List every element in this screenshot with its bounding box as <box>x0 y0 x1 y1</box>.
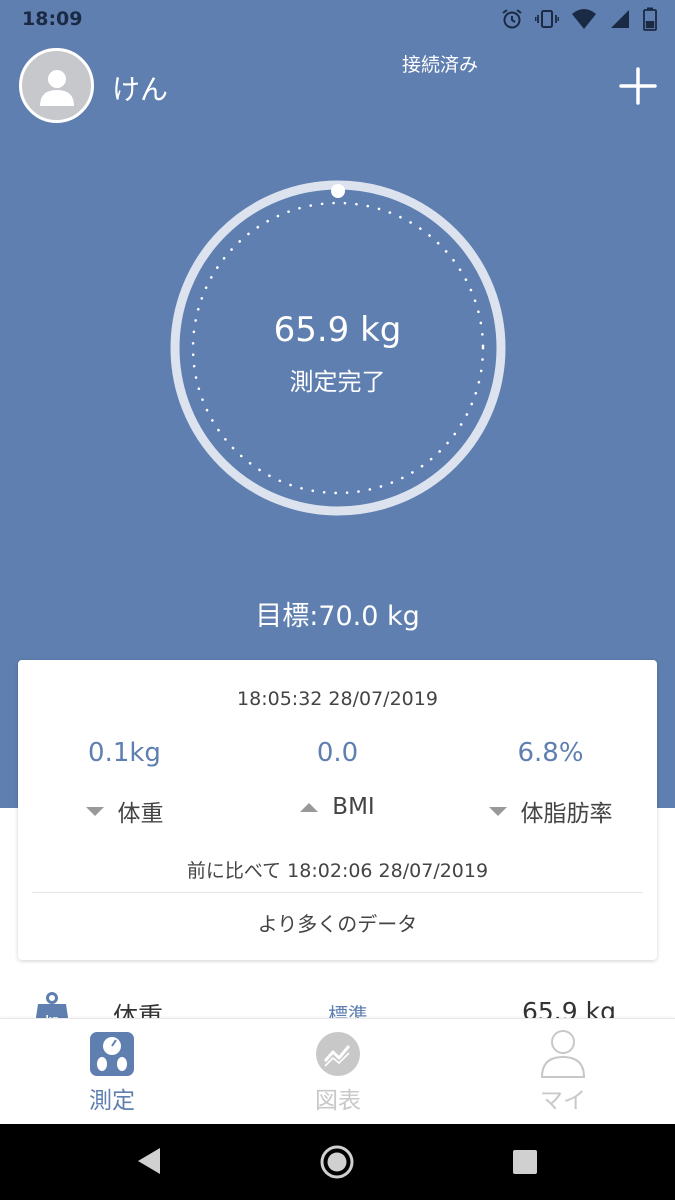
metric-label-row: BMI <box>231 794 444 820</box>
signal-icon <box>611 10 629 28</box>
gauge-weight: 65.9 kg <box>273 310 402 350</box>
metric-weight: 0.1kg 体重 <box>18 738 231 828</box>
triangle-up-icon <box>300 802 319 812</box>
triangle-down-icon <box>85 806 104 816</box>
metric-label-row: 体脂肪率 <box>444 794 657 828</box>
nav-label: 測定 <box>89 1088 135 1114</box>
chart-icon <box>316 1032 360 1076</box>
plus-icon <box>619 67 657 105</box>
connection-status: 接続済み <box>401 54 478 76</box>
more-data-link[interactable]: より多くのデータ <box>18 908 657 937</box>
compare-text: 前に比べて 18:02:06 28/07/2019 <box>186 860 489 882</box>
home-icon[interactable] <box>319 1144 355 1180</box>
card-divider <box>32 892 643 893</box>
back-icon[interactable] <box>136 1146 162 1176</box>
gauge-indicator-dot <box>331 184 345 198</box>
status-icons <box>501 6 657 32</box>
vibrate-icon <box>535 10 559 28</box>
status-bar: 18:09 <box>0 0 675 40</box>
nav-chart[interactable]: 図表 <box>278 1029 398 1115</box>
metric-value: 6.8% <box>517 738 584 768</box>
recent-apps-icon[interactable] <box>512 1149 538 1175</box>
metric-label: 体重 <box>117 801 164 827</box>
triangle-down-icon <box>488 806 507 816</box>
metric-value: 0.0 <box>316 738 359 768</box>
add-button[interactable] <box>618 66 658 106</box>
system-nav-bar <box>0 1124 675 1200</box>
person-icon <box>540 1030 586 1078</box>
bottom-nav: 測定 図表 マイ <box>0 1018 675 1124</box>
nav-my[interactable]: マイ <box>503 1029 623 1115</box>
measurement-timestamp: 18:05:32 28/07/2019 <box>237 688 438 710</box>
metric-label-row: 体重 <box>18 794 231 828</box>
gauge-status: 測定完了 <box>289 368 386 396</box>
alarm-icon <box>502 9 522 29</box>
status-time: 18:09 <box>22 8 83 30</box>
metric-label: 体脂肪率 <box>520 801 613 827</box>
metric-value: 0.1kg <box>88 738 161 768</box>
nav-label: 図表 <box>315 1088 361 1114</box>
battery-icon <box>643 7 657 31</box>
metric-bmi: 0.0 BMI <box>231 738 444 820</box>
nav-label: マイ <box>540 1088 586 1114</box>
metric-label: BMI <box>332 794 375 820</box>
measurement-card: 18:05:32 28/07/2019 0.1kg 体重 0.0 BMI 6.8… <box>18 660 657 960</box>
nav-measure[interactable]: 測定 <box>52 1029 172 1115</box>
wifi-icon <box>572 9 596 29</box>
target-weight: 目標:70.0 kg <box>255 601 420 632</box>
metric-body-fat: 6.8% 体脂肪率 <box>444 738 657 828</box>
scale-icon <box>90 1032 134 1076</box>
